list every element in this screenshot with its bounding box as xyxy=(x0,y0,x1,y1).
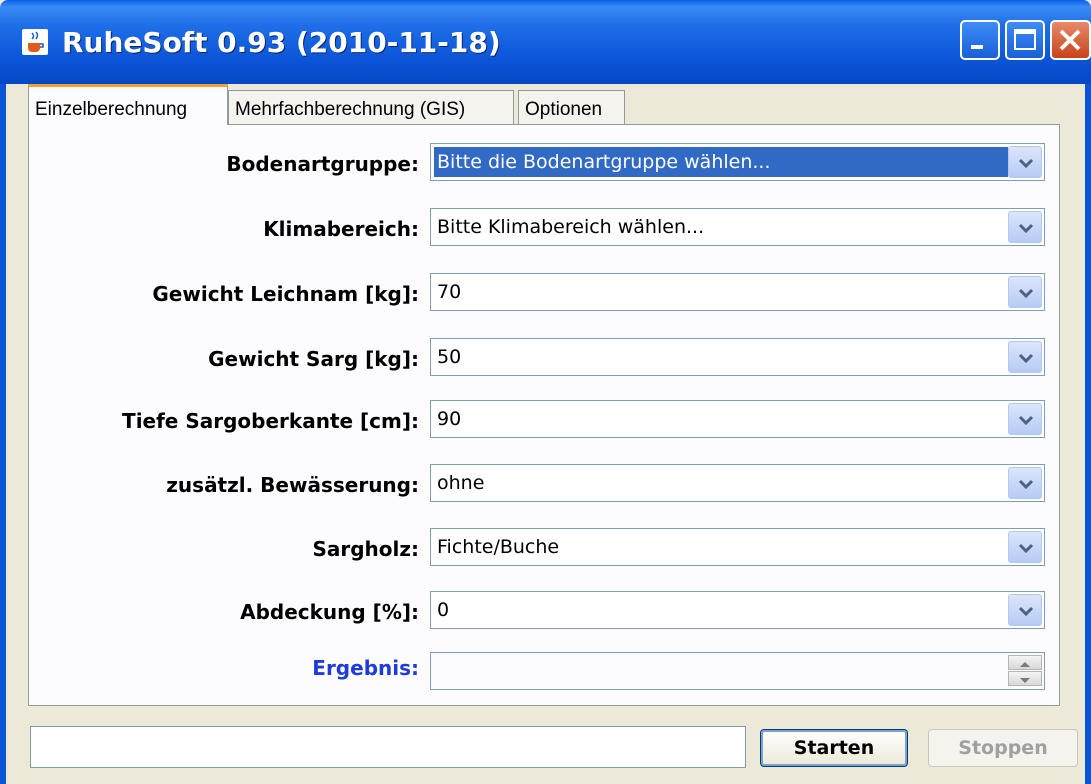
gewicht-sarg-value: 50 xyxy=(437,346,462,368)
gewicht-leichnam-label: Gewicht Leichnam [kg]: xyxy=(152,282,419,306)
tiefe-label: Tiefe Sargoberkante [cm]: xyxy=(122,409,419,433)
tiefe-value: 90 xyxy=(437,408,462,430)
sargholz-dropdown-button[interactable] xyxy=(1008,531,1042,563)
sargholz-label: Sargholz: xyxy=(312,537,419,561)
spin-up-button[interactable] xyxy=(1008,655,1042,670)
tab-optionen[interactable]: Optionen xyxy=(518,90,625,124)
window-frame-right xyxy=(1085,84,1091,784)
title-bar[interactable]: RuheSoft 0.93 (2010-11-18) xyxy=(0,0,1091,84)
chevron-down-icon xyxy=(1018,288,1034,299)
minimize-button[interactable] xyxy=(960,20,1000,60)
minimize-icon xyxy=(971,45,983,49)
chevron-down-icon xyxy=(1018,353,1034,364)
maximize-icon xyxy=(1014,29,1036,50)
bewaesserung-select[interactable]: ohne xyxy=(430,464,1045,502)
app-window: RuheSoft 0.93 (2010-11-18) Einzelberechn… xyxy=(0,0,1091,784)
window-title: RuheSoft 0.93 (2010-11-18) xyxy=(62,26,501,59)
klimabereich-label: Klimabereich: xyxy=(263,217,419,241)
start-button[interactable]: Starten xyxy=(760,729,908,767)
java-cup-icon xyxy=(22,29,48,55)
tab-einzelberechnung[interactable]: Einzelberechnung xyxy=(28,84,228,125)
klimabereich-select[interactable]: Bitte Klimabereich wählen... xyxy=(430,208,1045,246)
tiefe-select[interactable]: 90 xyxy=(430,400,1045,438)
arrow-down-icon xyxy=(1020,678,1030,683)
klimabereich-value: Bitte Klimabereich wählen... xyxy=(437,216,705,238)
arrow-up-icon xyxy=(1020,662,1030,667)
spin-down-button[interactable] xyxy=(1008,671,1042,686)
abdeckung-value: 0 xyxy=(437,599,450,621)
bodenartgruppe-label: Bodenartgruppe: xyxy=(226,152,419,176)
tab-mehrfachberechnung[interactable]: Mehrfachberechnung (GIS) xyxy=(228,90,514,124)
gewicht-sarg-dropdown-button[interactable] xyxy=(1008,341,1042,373)
bewaesserung-value: ohne xyxy=(437,472,485,494)
maximize-button[interactable] xyxy=(1005,20,1045,60)
gewicht-sarg-label: Gewicht Sarg [kg]: xyxy=(208,347,419,371)
bewaesserung-dropdown-button[interactable] xyxy=(1008,467,1042,499)
bodenartgruppe-dropdown-button[interactable] xyxy=(1008,146,1042,178)
chevron-down-icon xyxy=(1018,479,1034,490)
status-field[interactable] xyxy=(30,726,746,768)
close-button[interactable] xyxy=(1050,20,1091,60)
abdeckung-select[interactable]: 0 xyxy=(430,591,1045,629)
gewicht-sarg-select[interactable]: 50 xyxy=(430,338,1045,376)
close-icon xyxy=(1059,29,1081,51)
sargholz-value: Fichte/Buche xyxy=(437,536,560,558)
bewaesserung-label: zusätzl. Bewässerung: xyxy=(166,473,419,497)
stop-button[interactable]: Stoppen xyxy=(928,729,1078,767)
chevron-down-icon xyxy=(1018,158,1034,169)
sargholz-select[interactable]: Fichte/Buche xyxy=(430,528,1045,566)
chevron-down-icon xyxy=(1018,223,1034,234)
bodenartgruppe-value: Bitte die Bodenartgruppe wählen... xyxy=(437,151,771,173)
abdeckung-dropdown-button[interactable] xyxy=(1008,594,1042,626)
gewicht-leichnam-dropdown-button[interactable] xyxy=(1008,276,1042,308)
chevron-down-icon xyxy=(1018,606,1034,617)
tiefe-dropdown-button[interactable] xyxy=(1008,403,1042,435)
gewicht-leichnam-select[interactable]: 70 xyxy=(430,273,1045,311)
klimabereich-dropdown-button[interactable] xyxy=(1008,211,1042,243)
bodenartgruppe-select[interactable]: Bitte die Bodenartgruppe wählen... xyxy=(430,143,1045,181)
window-frame-left xyxy=(0,84,6,784)
chevron-down-icon xyxy=(1018,415,1034,426)
gewicht-leichnam-value: 70 xyxy=(437,281,462,303)
ergebnis-field[interactable] xyxy=(430,652,1045,690)
ergebnis-spinner[interactable] xyxy=(1008,655,1042,687)
abdeckung-label: Abdeckung [%]: xyxy=(240,600,419,624)
chevron-down-icon xyxy=(1018,543,1034,554)
ergebnis-label: Ergebnis: xyxy=(312,656,419,680)
